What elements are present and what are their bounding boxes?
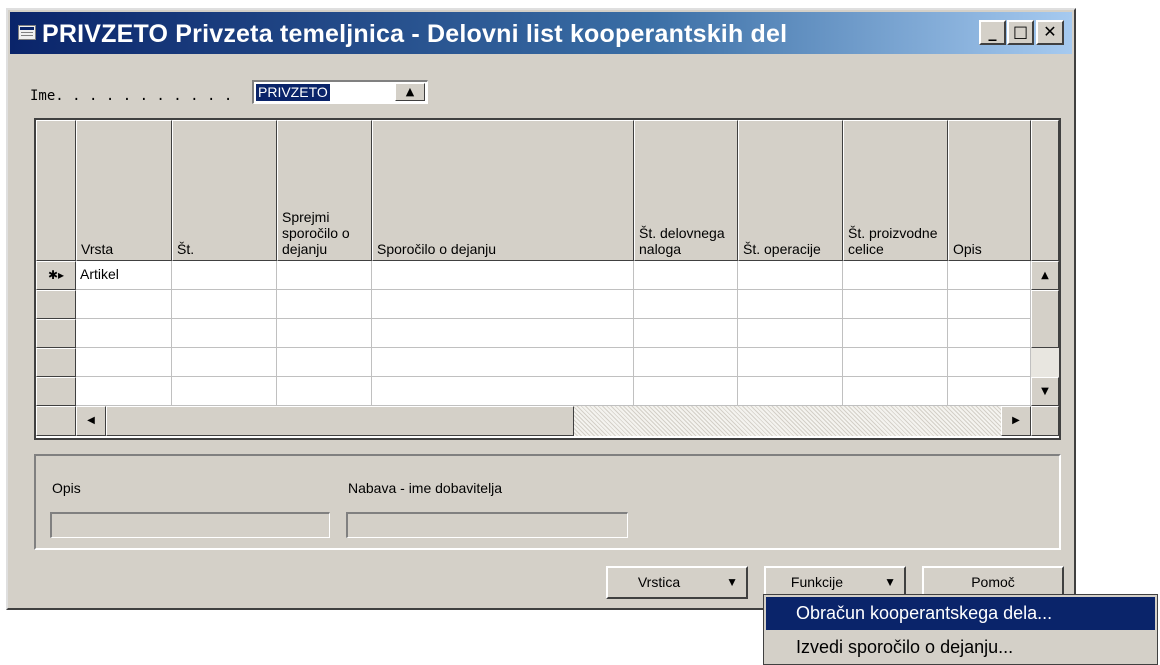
grid-cell[interactable] [277, 377, 372, 406]
grid-cell[interactable] [634, 348, 738, 377]
grid-cell[interactable] [76, 290, 172, 319]
ime-label: Ime. . . . . . . . . . . [30, 88, 233, 104]
new-row-icon: ✱▸ [47, 268, 65, 282]
column-header-opis[interactable]: Opis [948, 120, 1031, 261]
grid-corner-bottom [36, 406, 76, 436]
menu-item-izvedi[interactable]: Izvedi sporočilo o dejanju... [766, 631, 1155, 664]
ime-value: PRIVZETO [256, 84, 330, 101]
hscroll-thumb[interactable] [106, 406, 574, 436]
maximize-icon: □ [1012, 22, 1029, 41]
funkcije-menu: Obračun kooperantskega dela... Izvedi sp… [763, 594, 1158, 665]
dobavitelj-field [346, 512, 628, 538]
grid-cell[interactable] [277, 290, 372, 319]
horizontal-scrollbar[interactable]: ◀ ▶ [76, 406, 1031, 436]
grid-cell[interactable] [172, 377, 277, 406]
chevron-down-icon: ▼ [726, 575, 738, 589]
ime-lookup-button[interactable]: ▲ [395, 83, 425, 101]
row-selector[interactable] [36, 348, 76, 377]
grid-cell[interactable] [172, 319, 277, 348]
column-header-vrsta[interactable]: Vrsta [76, 120, 172, 261]
grid-cell[interactable] [172, 348, 277, 377]
grid-cell[interactable] [843, 319, 948, 348]
grid-corner-bottom-right [1031, 406, 1059, 436]
arrow-left-icon: ◀ [87, 415, 95, 426]
column-header-delovni-nalog[interactable]: Št. delovnega naloga [634, 120, 738, 261]
chevron-down-icon: ▼ [884, 575, 896, 589]
opis-field [50, 512, 330, 538]
maximize-button[interactable]: □ [1007, 20, 1034, 45]
details-panel: Opis Nabava - ime dobavitelja [34, 454, 1061, 550]
title-bar[interactable]: PRIVZETO Privzeta temeljnica - Delovni l… [10, 12, 1072, 54]
grid-cell[interactable] [948, 377, 1031, 406]
grid-cell[interactable] [372, 319, 634, 348]
worksheet-grid[interactable]: Vrsta Št. Sprejmi sporočilo o dejanju Sp… [34, 118, 1061, 440]
scroll-down-button[interactable]: ▼ [1031, 377, 1059, 406]
close-button[interactable]: ✕ [1036, 20, 1064, 45]
grid-cell[interactable] [738, 348, 843, 377]
grid-cell[interactable] [948, 290, 1031, 319]
grid-cell[interactable] [634, 261, 738, 290]
dobavitelj-label: Nabava - ime dobavitelja [348, 480, 503, 496]
arrow-right-icon: ▶ [1012, 415, 1020, 426]
row-selector[interactable] [36, 319, 76, 348]
window-title: PRIVZETO Privzeta temeljnica - Delovni l… [42, 20, 788, 48]
grid-cell[interactable] [843, 377, 948, 406]
vrstica-button[interactable]: Vrstica ▼ [606, 566, 748, 599]
minimize-icon: _ [988, 22, 997, 41]
grid-cell[interactable] [634, 290, 738, 319]
vertical-scrollbar[interactable]: ▲ ▼ [1031, 261, 1059, 406]
column-header-celica[interactable]: Št. proizvodne celice [843, 120, 948, 261]
grid-cell[interactable] [948, 319, 1031, 348]
arrow-up-icon: ▲ [1041, 270, 1049, 281]
grid-cell[interactable] [843, 261, 948, 290]
grid-cell[interactable] [738, 290, 843, 319]
scroll-right-button[interactable]: ▶ [1001, 406, 1031, 436]
grid-cell[interactable] [948, 348, 1031, 377]
arrow-up-icon: ▲ [405, 85, 415, 98]
grid-cell[interactable] [738, 377, 843, 406]
grid-cell[interactable] [372, 290, 634, 319]
close-icon: ✕ [1043, 22, 1057, 41]
ime-input[interactable]: PRIVZETO ▲ [252, 80, 428, 104]
grid-cell[interactable] [634, 319, 738, 348]
scroll-thumb[interactable] [1031, 290, 1059, 348]
window-icon [18, 25, 36, 40]
grid-cell[interactable] [76, 319, 172, 348]
column-header-st[interactable]: Št. [172, 120, 277, 261]
grid-cell[interactable] [843, 348, 948, 377]
grid-cell[interactable] [738, 319, 843, 348]
menu-item-obracun[interactable]: Obračun kooperantskega dela... [766, 597, 1155, 630]
minimize-button[interactable]: _ [979, 20, 1006, 45]
row-selector[interactable] [36, 377, 76, 406]
column-header-sporocilo[interactable]: Sporočilo o dejanju [372, 120, 634, 261]
scroll-left-button[interactable]: ◀ [76, 406, 106, 436]
scroll-up-button[interactable]: ▲ [1031, 261, 1059, 290]
grid-corner-right [1031, 120, 1059, 261]
grid-cell[interactable] [738, 261, 843, 290]
row-selector-new[interactable]: ✱▸ [36, 261, 76, 290]
grid-cell[interactable] [172, 290, 277, 319]
row-selector[interactable] [36, 290, 76, 319]
grid-cell[interactable] [76, 348, 172, 377]
grid-cell[interactable] [843, 290, 948, 319]
grid-cell[interactable] [277, 348, 372, 377]
grid-cell[interactable]: Artikel [76, 261, 172, 290]
grid-cell[interactable] [372, 348, 634, 377]
grid-cell[interactable] [948, 261, 1031, 290]
grid-cell[interactable] [372, 261, 634, 290]
grid-cell[interactable] [634, 377, 738, 406]
grid-cell[interactable] [172, 261, 277, 290]
grid-cell[interactable] [277, 319, 372, 348]
grid-corner [36, 120, 76, 261]
main-window: PRIVZETO Privzeta temeljnica - Delovni l… [6, 8, 1076, 610]
arrow-down-icon: ▼ [1041, 386, 1049, 397]
column-header-sprejmi[interactable]: Sprejmi sporočilo o dejanju [277, 120, 372, 261]
opis-label: Opis [52, 480, 81, 496]
column-header-operacija[interactable]: Št. operacije [738, 120, 843, 261]
grid-cell[interactable] [372, 377, 634, 406]
grid-cell[interactable] [277, 261, 372, 290]
grid-cell[interactable] [76, 377, 172, 406]
